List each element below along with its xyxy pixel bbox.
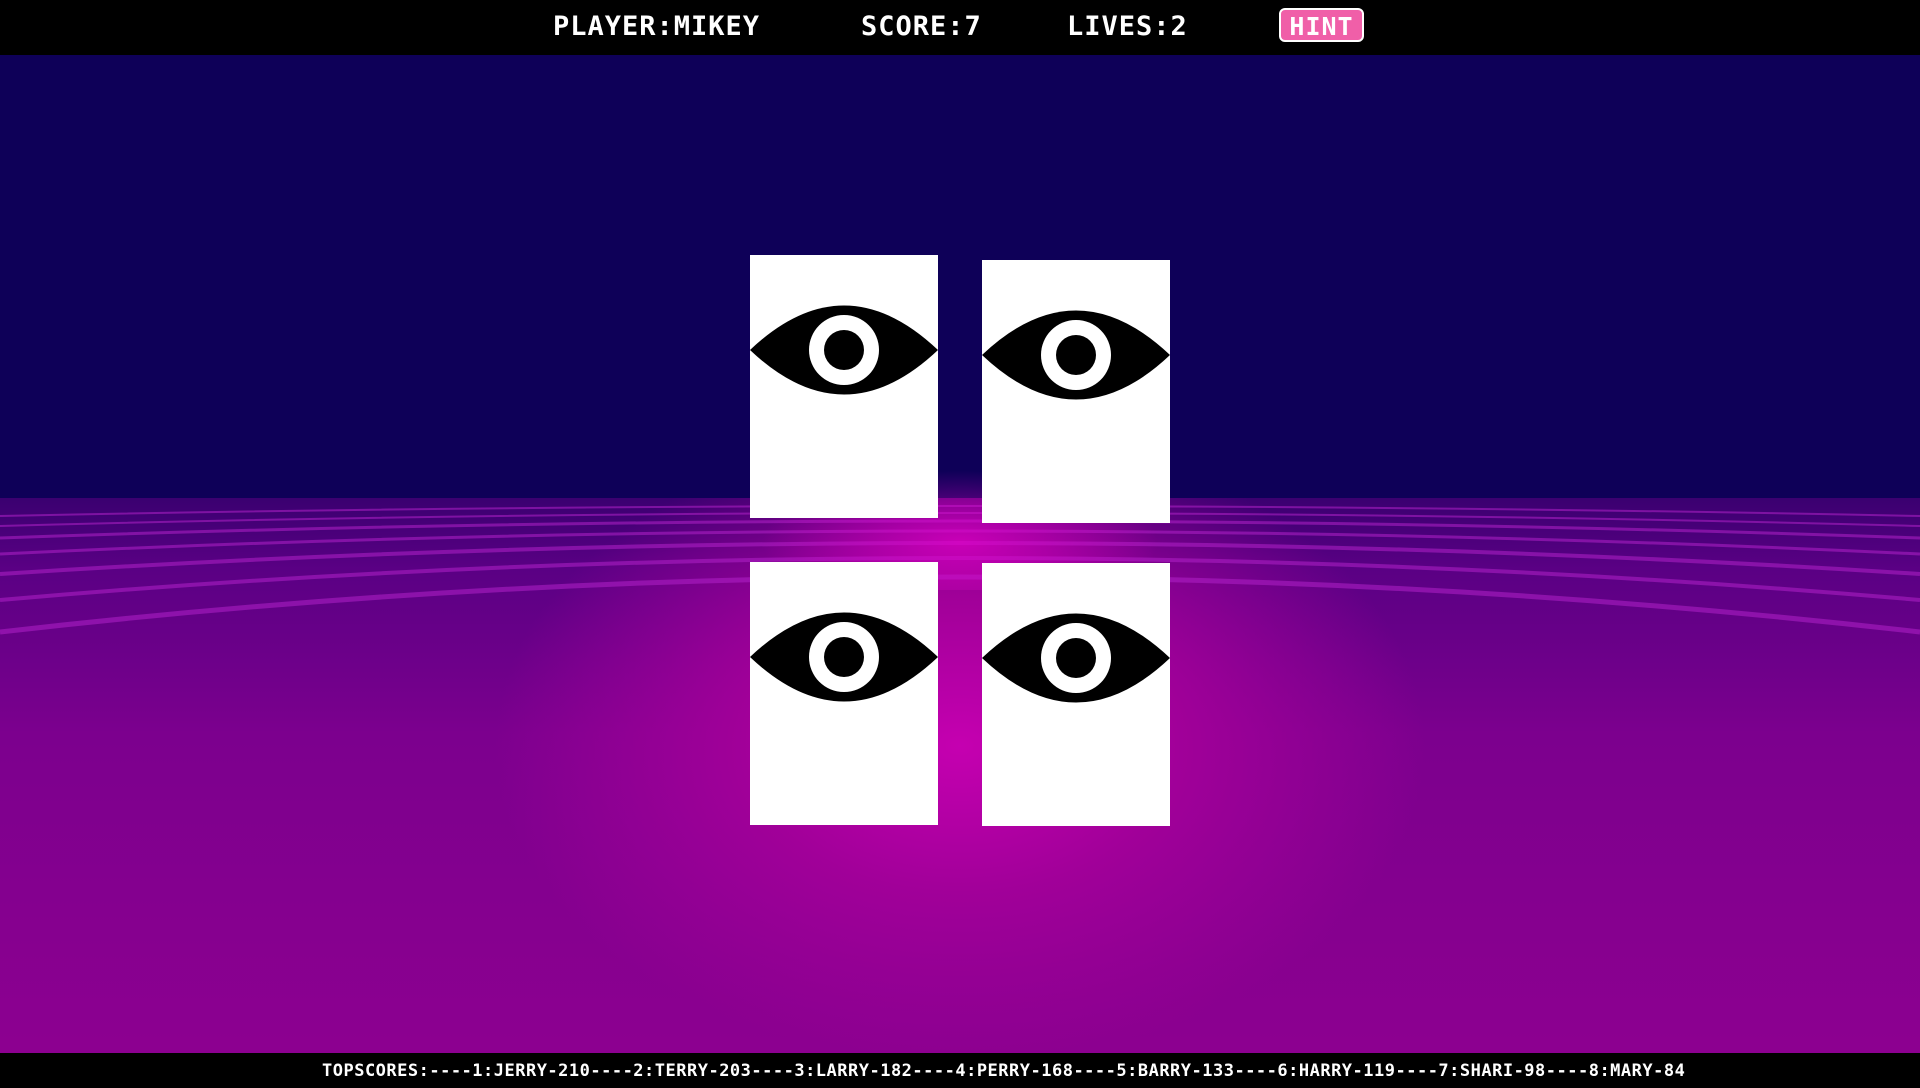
top-scores-bar: TOPSCORES:----1:JERRY-210----2:TERRY-203…: [0, 1053, 1920, 1088]
score-display: SCORE:7: [861, 11, 982, 42]
memory-card[interactable]: [750, 562, 938, 825]
lives-display: LIVES:2: [1067, 11, 1188, 42]
eye-icon: [982, 613, 1170, 703]
eye-icon: [982, 310, 1170, 400]
top-scores-ticker: TOPSCORES:----1:JERRY-210----2:TERRY-203…: [322, 1061, 1686, 1081]
eye-icon: [750, 305, 938, 395]
memory-card[interactable]: [750, 255, 938, 518]
eye-icon: [750, 612, 938, 702]
hud-bar: PLAYER:MIKEY SCORE:7 LIVES:2 HINT: [0, 0, 1920, 55]
memory-card[interactable]: [982, 563, 1170, 826]
game-stage: PLAYER:MIKEY SCORE:7 LIVES:2 HINT TOPSCO…: [0, 0, 1920, 1088]
hint-button[interactable]: HINT: [1279, 8, 1364, 42]
player-name: PLAYER:MIKEY: [553, 11, 761, 42]
memory-card[interactable]: [982, 260, 1170, 523]
